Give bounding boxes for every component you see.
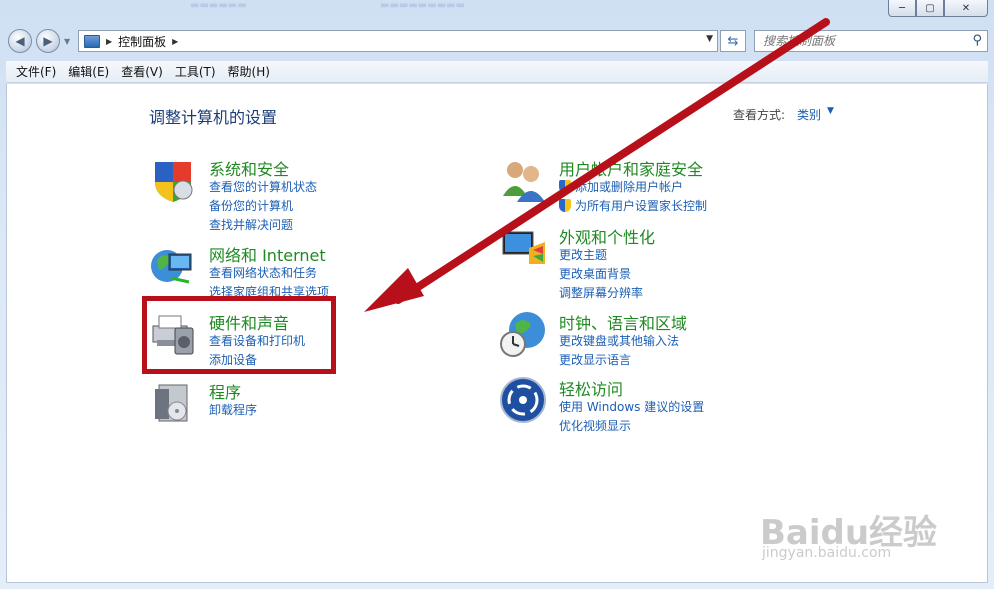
menu-view[interactable]: 查看(V): [115, 63, 169, 80]
address-bar[interactable]: ▶ 控制面板 ▶ ▼: [78, 30, 718, 52]
add-remove-accounts-link[interactable]: 添加或删除用户帐户: [559, 178, 683, 195]
system-security-title[interactable]: 系统和安全: [209, 156, 289, 180]
user-accounts-title[interactable]: 用户帐户和家庭安全: [559, 156, 703, 180]
programs-icon[interactable]: [149, 379, 197, 427]
recent-pages-dropdown[interactable]: ▼: [64, 37, 70, 46]
background-blur: ▬▬▬▬▬▬▬▬▬: [380, 0, 466, 11]
menu-bar: 文件(F) 编辑(E) 查看(V) 工具(T) 帮助(H): [6, 61, 988, 83]
network-title[interactable]: 网络和 Internet: [209, 242, 326, 266]
minimize-button[interactable]: ─: [888, 0, 916, 17]
chevron-down-icon[interactable]: ▼: [827, 106, 834, 116]
windows-recommended-settings-link[interactable]: 使用 Windows 建议的设置: [559, 398, 704, 415]
back-button[interactable]: ◀: [8, 29, 32, 53]
refresh-icon: ⇆: [727, 33, 739, 49]
search-box[interactable]: ⚲: [754, 30, 988, 52]
troubleshoot-link[interactable]: 查找并解决问题: [209, 216, 293, 233]
search-icon[interactable]: ⚲: [972, 33, 982, 48]
control-panel-icon: [84, 34, 100, 48]
clock-globe-icon[interactable]: [499, 310, 547, 358]
ease-of-access-icon[interactable]: [499, 376, 547, 424]
forward-button[interactable]: ▶: [36, 29, 60, 53]
shield-icon[interactable]: [149, 156, 197, 204]
address-history-dropdown[interactable]: ▼: [706, 34, 713, 44]
clock-language-title[interactable]: 时钟、语言和区域: [559, 310, 687, 334]
page-title: 调整计算机的设置: [149, 108, 278, 127]
change-input-method-link[interactable]: 更改键盘或其他输入法: [559, 332, 679, 349]
view-by-dropdown[interactable]: 类别: [797, 106, 821, 123]
uninstall-program-link[interactable]: 卸载程序: [209, 401, 257, 418]
appearance-icon[interactable]: [499, 224, 547, 272]
programs-title[interactable]: 程序: [209, 379, 241, 403]
refresh-button[interactable]: ⇆: [720, 30, 746, 52]
navigation-bar: ◀ ▶ ▼ ▶ 控制面板 ▶ ▼ ⇆ ⚲: [6, 27, 988, 57]
view-by-label: 查看方式:: [733, 108, 786, 122]
network-globe-icon[interactable]: [149, 242, 197, 290]
highlight-box: [142, 296, 336, 374]
maximize-button[interactable]: ▢: [916, 0, 944, 17]
parental-controls-link[interactable]: 为所有用户设置家长控制: [559, 197, 707, 214]
back-arrow-icon: ◀: [15, 34, 25, 48]
forward-arrow-icon: ▶: [43, 34, 53, 48]
breadcrumb-arrow-icon[interactable]: ▶: [106, 37, 112, 46]
change-display-language-link[interactable]: 更改显示语言: [559, 351, 631, 368]
window-caption-buttons: ─ ▢ ✕: [888, 0, 988, 17]
change-theme-link[interactable]: 更改主题: [559, 246, 607, 263]
view-network-status-link[interactable]: 查看网络状态和任务: [209, 264, 317, 281]
search-input[interactable]: [763, 34, 963, 48]
screen-resolution-link[interactable]: 调整屏幕分辨率: [559, 284, 643, 301]
background-blur: ▬▬▬▬▬▬: [190, 0, 247, 11]
users-icon[interactable]: [499, 156, 547, 204]
change-background-link[interactable]: 更改桌面背景: [559, 265, 631, 282]
menu-tools[interactable]: 工具(T): [169, 63, 222, 80]
close-button[interactable]: ✕: [944, 0, 988, 17]
backup-computer-link[interactable]: 备份您的计算机: [209, 197, 293, 214]
breadcrumb-control-panel[interactable]: 控制面板: [118, 33, 166, 50]
ease-of-access-title[interactable]: 轻松访问: [559, 376, 623, 400]
breadcrumb-arrow-icon[interactable]: ▶: [172, 37, 178, 46]
baidu-watermark-url: jingyan.baidu.com: [762, 545, 892, 561]
optimize-visual-display-link[interactable]: 优化视频显示: [559, 417, 631, 434]
menu-edit[interactable]: 编辑(E): [62, 63, 115, 80]
menu-file[interactable]: 文件(F): [10, 63, 62, 80]
appearance-title[interactable]: 外观和个性化: [559, 224, 655, 248]
menu-help[interactable]: 帮助(H): [222, 63, 276, 80]
view-computer-status-link[interactable]: 查看您的计算机状态: [209, 178, 317, 195]
